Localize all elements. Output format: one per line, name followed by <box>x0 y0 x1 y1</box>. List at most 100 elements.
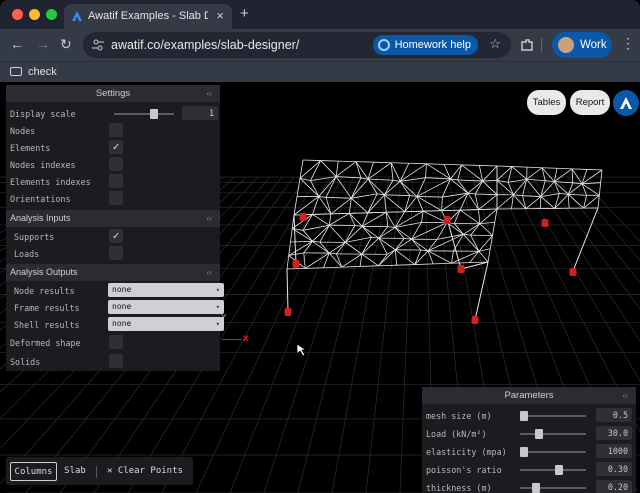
column-line <box>286 268 289 313</box>
collapse-icon[interactable]: ‹‹ <box>207 85 212 102</box>
slider-knob[interactable] <box>520 447 528 457</box>
settings-row: Nodes indexes <box>6 156 220 173</box>
site-settings-icon[interactable] <box>92 39 104 51</box>
address-bar[interactable]: awatif.co/examples/slab-designer/ Homewo… <box>83 32 511 58</box>
close-tab-icon[interactable]: × <box>216 8 224 23</box>
tab-active[interactable]: Awatif Examples - Slab Design × <box>64 4 232 29</box>
support-node[interactable] <box>292 260 300 268</box>
menu-icon[interactable]: ⋮ <box>621 35 635 52</box>
slab-button[interactable]: Slab <box>61 462 89 481</box>
tables-button[interactable]: Tables <box>527 90 566 115</box>
slab-mesh-edge <box>391 162 409 164</box>
3d-viewport[interactable]: Y x Settings‹‹ Display scale 1 NodesElem… <box>0 82 640 493</box>
slab-mesh-edge <box>378 237 396 251</box>
parameter-slider[interactable] <box>520 447 586 457</box>
tab-strip: Awatif Examples - Slab Design × + <box>0 0 640 29</box>
slider-knob[interactable] <box>531 483 540 493</box>
tab-title: Awatif Examples - Slab Design <box>88 10 208 22</box>
slab-mesh-edge <box>416 177 426 197</box>
columns-button[interactable]: Columns <box>10 462 57 481</box>
slider-knob[interactable] <box>150 109 159 119</box>
close-window-button[interactable] <box>12 9 23 20</box>
slab-mesh-edge <box>441 178 451 198</box>
slab-mesh-edge <box>305 267 324 269</box>
parameter-slider[interactable] <box>520 411 586 421</box>
slab-mesh-edge <box>395 238 405 251</box>
outputs-select[interactable]: none ▾ <box>108 283 224 297</box>
back-icon[interactable]: ← <box>10 36 24 52</box>
avatar <box>558 37 574 53</box>
profile-button[interactable]: Work <box>552 32 612 58</box>
support-node[interactable] <box>284 308 292 316</box>
parameter-value-input[interactable]: 0.30 <box>596 462 632 476</box>
inputs-row-checkbox[interactable]: ✓ <box>109 229 123 243</box>
outputs-select[interactable]: none ▾ <box>108 317 224 331</box>
parameter-value-input[interactable]: 0.5 <box>596 408 632 422</box>
reload-icon[interactable]: ↻ <box>60 36 72 53</box>
extensions-icon[interactable] <box>520 38 534 52</box>
collapse-icon[interactable]: ‹‹ <box>207 264 212 281</box>
settings-row-checkbox[interactable] <box>109 174 123 188</box>
analysis-outputs-header[interactable]: Analysis Outputs ‹‹ <box>6 264 220 281</box>
bookmark-star-icon[interactable]: ☆ <box>489 36 501 52</box>
parameter-slider[interactable] <box>520 429 586 439</box>
deformed-shape-checkbox[interactable] <box>109 335 123 349</box>
settings-header[interactable]: Settings ‹‹ <box>6 85 220 102</box>
slider-knob[interactable] <box>534 429 543 439</box>
slab-mesh-edge <box>414 249 422 265</box>
parameters-header[interactable]: Parameters ‹‹ <box>422 387 636 404</box>
slab-mesh-edge <box>539 196 542 209</box>
solids-checkbox[interactable] <box>109 354 123 368</box>
chevron-down-icon: ▾ <box>215 286 220 294</box>
inputs-row-checkbox[interactable] <box>109 246 123 260</box>
clear-points-button[interactable]: ✕ Clear Points <box>102 462 188 481</box>
parameter-slider[interactable] <box>520 483 586 493</box>
new-tab-button[interactable]: + <box>240 5 249 22</box>
support-node[interactable] <box>569 268 577 276</box>
settings-row-checkbox[interactable] <box>109 157 123 171</box>
slider-knob[interactable] <box>520 411 528 421</box>
parameter-value-input[interactable]: 1000 <box>596 444 632 458</box>
slab-mesh-edge <box>320 160 339 162</box>
display-scale-value: 1 <box>208 108 214 118</box>
support-node[interactable] <box>457 265 465 273</box>
slab-mesh-edge <box>330 197 352 215</box>
support-node[interactable] <box>443 216 451 224</box>
minimize-window-button[interactable] <box>29 9 40 20</box>
bookmark-folder-check[interactable]: check <box>10 66 57 78</box>
select-value: none <box>112 319 132 328</box>
parameter-row: thickness (m) 0.20 <box>422 479 636 493</box>
awatif-logo-button[interactable] <box>613 90 639 116</box>
forward-icon[interactable]: → <box>36 36 50 52</box>
outputs-select[interactable]: none ▾ <box>108 300 224 314</box>
chevron-down-icon: ▾ <box>215 320 220 328</box>
collapse-icon[interactable]: ‹‹ <box>207 210 212 227</box>
settings-row-checkbox[interactable]: ✓ <box>109 140 123 154</box>
support-node[interactable] <box>541 219 549 227</box>
maximize-window-button[interactable] <box>46 9 57 20</box>
display-scale-input[interactable]: 1 <box>182 106 218 120</box>
slab-mesh-edge <box>571 168 574 183</box>
homework-help-button[interactable]: Homework help <box>372 35 478 55</box>
display-scale-slider[interactable] <box>114 109 174 119</box>
slab-mesh-edge <box>345 236 372 243</box>
settings-row-checkbox[interactable] <box>109 123 123 137</box>
collapse-icon[interactable]: ‹‹ <box>623 387 628 404</box>
slider-knob[interactable] <box>554 465 563 475</box>
slab-mesh-edge <box>330 212 350 215</box>
slab-mesh-edge <box>328 213 332 226</box>
slab-mesh-edge <box>303 224 330 231</box>
parameter-label: poisson's ratio <box>426 465 502 475</box>
settings-row-checkbox[interactable] <box>109 191 123 205</box>
report-button[interactable]: Report <box>570 90 610 115</box>
slab-mesh-edge <box>511 166 528 168</box>
slab-mesh-edge <box>318 196 327 198</box>
parameter-value-input[interactable]: 30.0 <box>596 426 632 440</box>
slab-mesh-edge <box>361 237 380 255</box>
support-node[interactable] <box>299 213 307 221</box>
slab-mesh-edge <box>299 159 304 179</box>
parameter-slider[interactable] <box>520 465 586 475</box>
parameter-value-input[interactable]: 0.20 <box>596 480 632 493</box>
analysis-inputs-header[interactable]: Analysis Inputs ‹‹ <box>6 210 220 227</box>
support-node[interactable] <box>471 316 479 324</box>
